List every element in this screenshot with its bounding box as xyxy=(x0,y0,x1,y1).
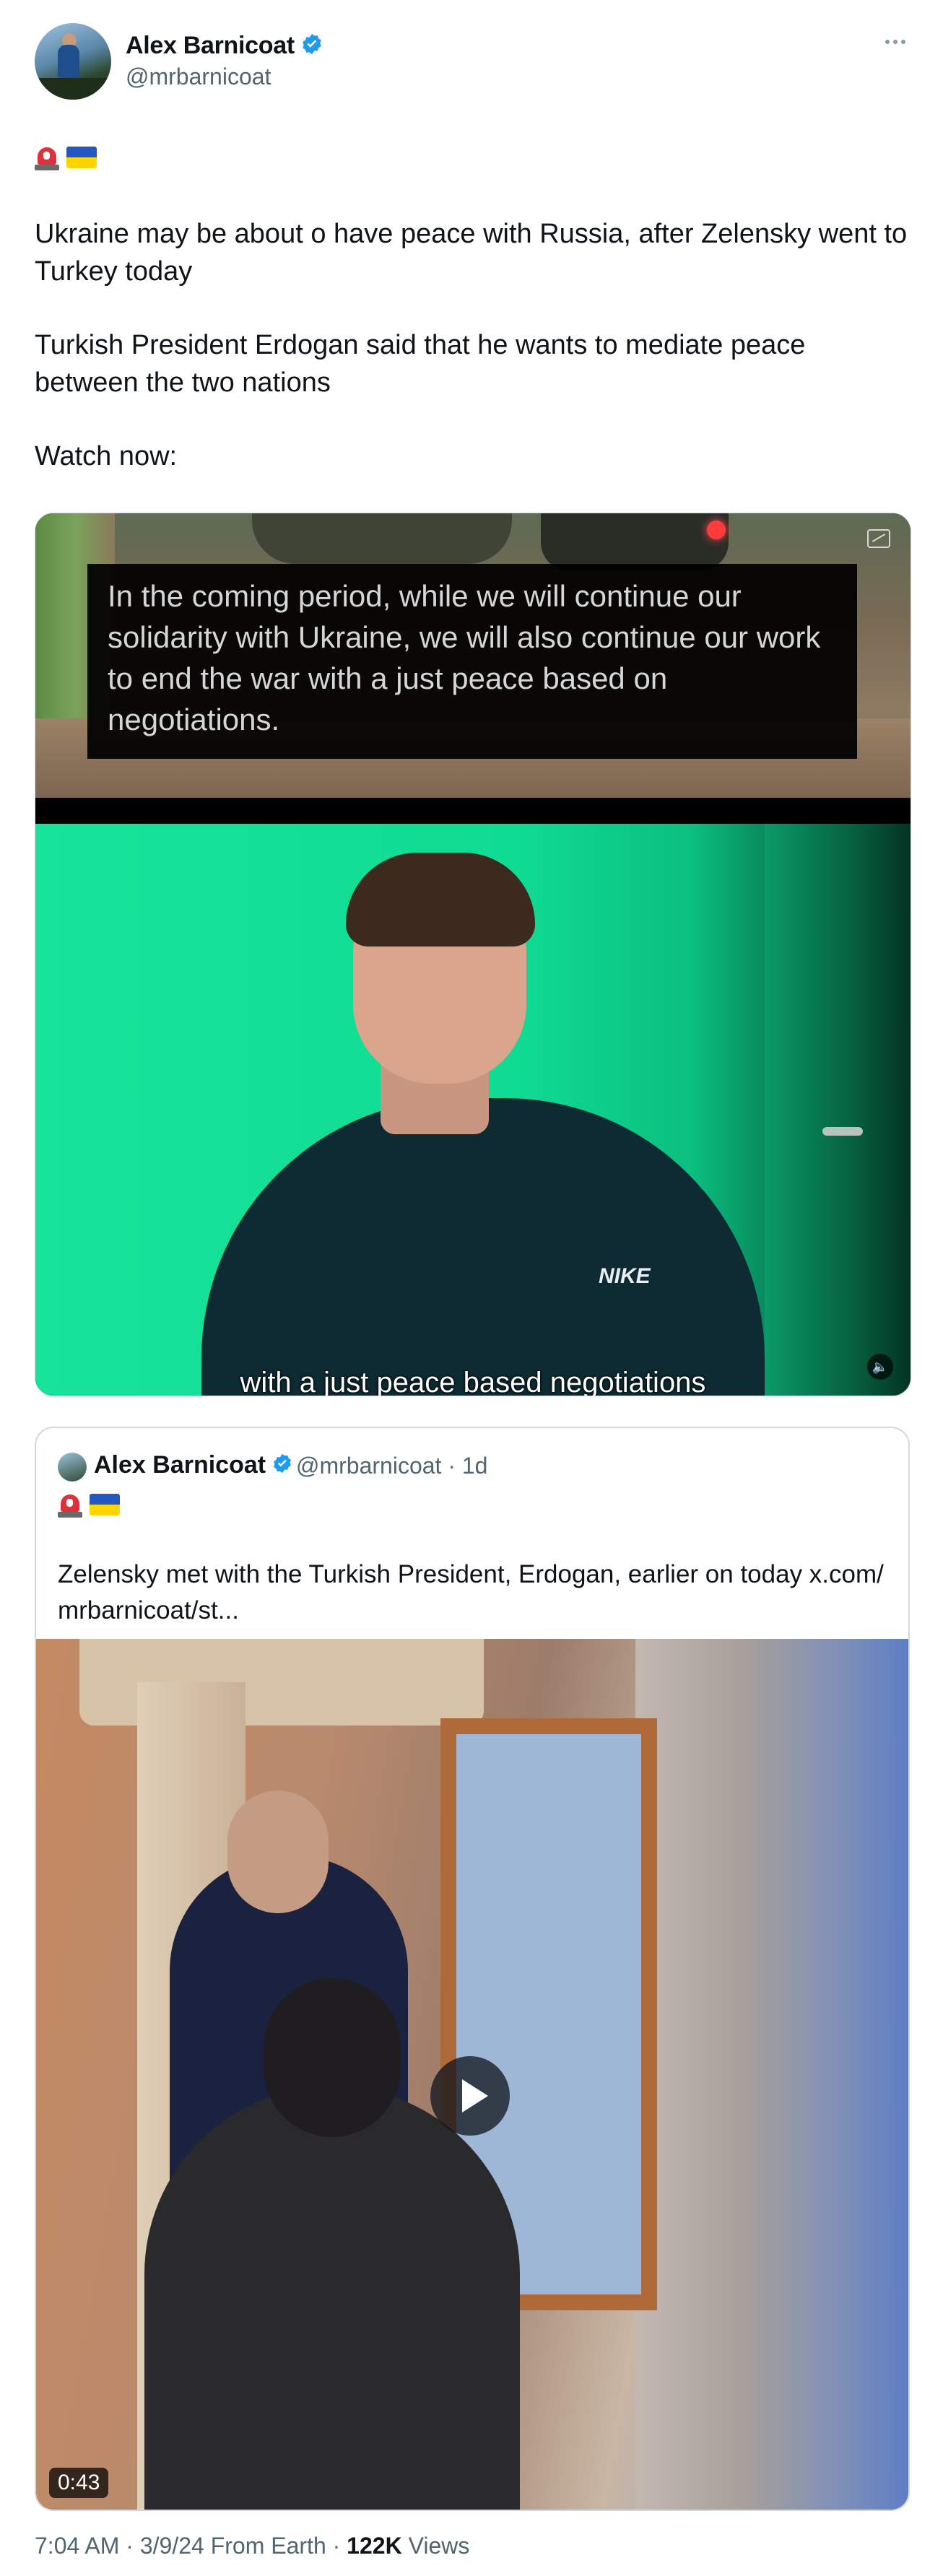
quoted-tweet[interactable]: Alex Barnicoat @mrbarnicoat · 1d Zelensk… xyxy=(35,1427,910,2511)
video-duration: 0:43 xyxy=(49,2468,109,2498)
quoted-tweet-text: Zelensky met with the Turkish President,… xyxy=(58,1560,884,1624)
sound-toggle-icon[interactable]: 🔈 xyxy=(867,1354,893,1380)
quoted-tweet-video[interactable]: 0:43 xyxy=(36,1639,908,2510)
video-caption: In the coming period, while we will cont… xyxy=(87,564,857,759)
author-name-text: Alex Barnicoat xyxy=(126,32,295,59)
tweet-video[interactable]: In the coming period, while we will cont… xyxy=(35,513,911,1396)
verified-badge-icon xyxy=(300,32,323,62)
quoted-tweet-emojis xyxy=(58,1492,120,1518)
tweet-text-paragraph-1: Ukraine may be about o have peace with R… xyxy=(35,219,908,287)
quoted-author-name: Alex Barnicoat xyxy=(94,1451,293,1481)
siren-icon xyxy=(35,144,59,170)
ukraine-flag-icon xyxy=(66,147,97,168)
author-name[interactable]: Alex Barnicoat xyxy=(126,32,323,62)
video-bottom-frame: NIKE with a just peace based negotiation… xyxy=(35,824,911,1396)
author-handle[interactable]: @mrbarnicoat xyxy=(126,64,271,90)
views-count: 122K xyxy=(347,2533,402,2559)
quoted-author-avatar xyxy=(58,1453,87,1481)
author-avatar[interactable] xyxy=(35,23,111,100)
tweet-time-date[interactable]: 7:04 AM · 3/9/24 From Earth · xyxy=(35,2533,347,2559)
views-label: Views xyxy=(401,2533,470,2559)
video-subtitle: with a just peace based negotiations xyxy=(240,1367,706,1396)
quoted-author-handle-time: @mrbarnicoat · 1d xyxy=(296,1453,488,1479)
tweet-emojis xyxy=(35,144,97,170)
hoodie-logo: NIKE xyxy=(599,1264,651,1288)
play-icon[interactable] xyxy=(430,2056,510,2136)
verified-badge-icon xyxy=(271,1453,293,1481)
video-top-frame: In the coming period, while we will cont… xyxy=(35,513,911,798)
content-warning-icon[interactable] xyxy=(867,529,890,548)
ukraine-flag-icon xyxy=(90,1494,120,1515)
quoted-author-name-text: Alex Barnicoat xyxy=(94,1451,266,1479)
siren-icon xyxy=(58,1492,82,1518)
more-options-icon[interactable] xyxy=(885,35,910,49)
tweet-text-paragraph-3: Watch now: xyxy=(35,441,178,471)
tweet-meta: 7:04 AM · 3/9/24 From Earth · 122K Views xyxy=(35,2533,469,2559)
tweet-text-paragraph-2: Turkish President Erdogan said that he w… xyxy=(35,330,806,398)
